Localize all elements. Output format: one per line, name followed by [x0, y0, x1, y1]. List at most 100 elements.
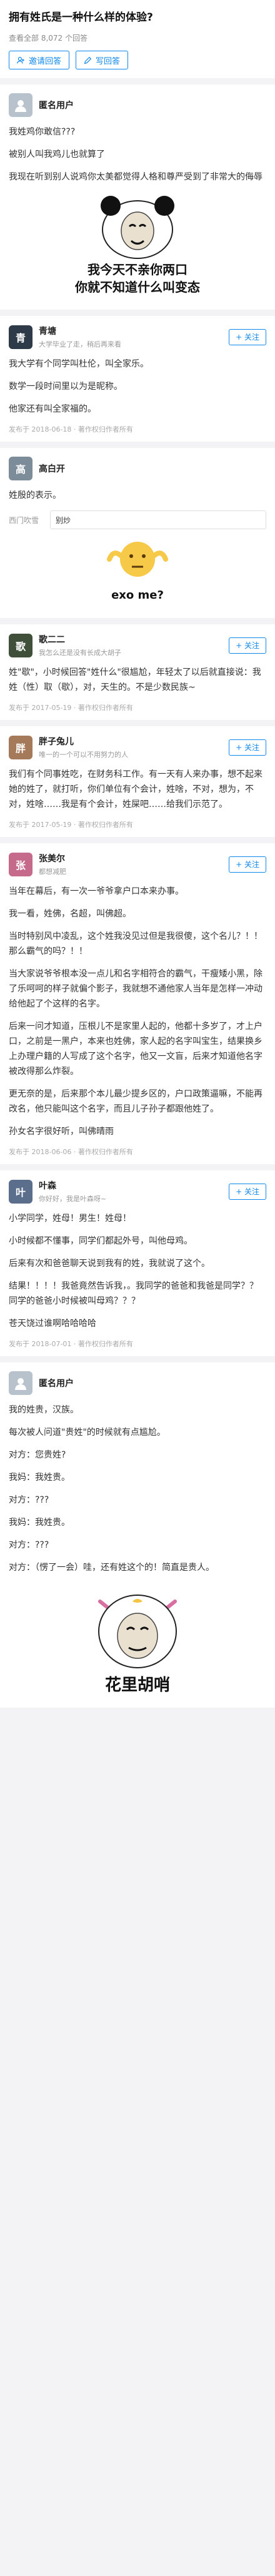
answer-paragraph: 我大学有个同学叫杜伦，叫全家乐。: [9, 359, 149, 369]
answer-paragraph: 后来一问才知道，压根儿不是家里人起的，他都十多岁了，才上户口，之前是一黑户，本来…: [9, 1022, 262, 1077]
author-row: 高 高白开: [9, 457, 266, 480]
answer-card: 张 张美尔 都想减肥 + 关注 当年在幕后，有一次一爷爷拿户口本来办事。 我一看…: [0, 843, 275, 1164]
author-bio: 唯一的一个可以不用努力的人: [39, 751, 128, 759]
question-header: 拥有姓氏是一种什么样的体验? 查看全部 8,072 个回答 邀请回答 写回答: [0, 0, 275, 78]
author-bio: 都想减肥: [39, 868, 66, 876]
avatar[interactable]: 张: [9, 852, 32, 876]
answer-paragraph: 当大家说爷爷根本没一点儿和名字相符合的霸气，干瘦矮小黑，除了乐呵呵的样子就偏个影…: [9, 969, 262, 1009]
author-info: 叶森 你好好，我是叶森呀~: [39, 1179, 222, 1204]
answer-paragraph: 小时候都不懂事，同学们都起外号，叫他母鸡。: [9, 1236, 192, 1246]
author-name[interactable]: 张美尔: [39, 852, 222, 865]
reply-label: 西门吹雪: [9, 515, 39, 525]
answer-paragraph: 每次被人问道"贵姓"的时候就有点尴尬。: [9, 1427, 166, 1438]
author-info: 高白开: [39, 462, 266, 475]
avatar[interactable]: 叶: [9, 1179, 32, 1204]
author-info: 匿名用户: [39, 1377, 266, 1389]
author-bio: 大学毕业了走，稍后再来看: [39, 340, 121, 348]
answer-paragraph: 我的姓贵，汉族。: [9, 1405, 79, 1415]
write-answer-button[interactable]: 写回答: [76, 51, 129, 69]
author-row: 匿名用户: [9, 93, 266, 117]
answer-paragraph: 姓"歇"，小时候回答"姓什么"很尴尬，年轻太了以后就直接说：我姓（性）取（歇），…: [9, 667, 261, 692]
answer-card: 歌 歌二二 我怎么还是没有长成大胡子 + 关注 姓"歇"，小时候回答"姓什么"很…: [0, 624, 275, 720]
author-row: 青 青塘 大学毕业了走，稍后再来看 + 关注: [9, 325, 266, 349]
answer-count[interactable]: 查看全部 8,072 个回答: [9, 33, 266, 43]
answer-body: 我的姓贵，汉族。 每次被人问道"贵姓"的时候就有点尴尬。 对方：您贵姓? 我妈：…: [9, 1402, 266, 1575]
author-name[interactable]: 歌二二: [39, 633, 222, 646]
meme-image: 花里胡哨: [9, 1583, 266, 1694]
author-row: 胖 胖子兔儿 唯一的一个可以不用努力的人 + 关注: [9, 735, 266, 759]
answer-footer: 发布于 2018-06-18 · 著作权归作者所有: [9, 425, 133, 434]
answer-paragraph: 姓殷的表示。: [9, 490, 61, 500]
invite-answer-button[interactable]: 邀请回答: [9, 51, 70, 69]
anonymous-avatar-icon: [15, 100, 26, 112]
answer-paragraph: 结果！！！！我爸竟然告诉我，。我同学的爸爸和我爸是同学？？同学的爸爸小时候被叫母…: [9, 1281, 258, 1306]
question-title: 拥有姓氏是一种什么样的体验?: [9, 11, 153, 24]
meme-image: 我今天不亲你两口 你就不知道什么叫变态: [9, 192, 266, 296]
author-name[interactable]: 胖子兔儿: [39, 735, 222, 748]
question-actions: 邀请回答 写回答: [9, 51, 266, 69]
meme-caption-line: 你就不知道什么叫变态: [75, 280, 200, 295]
author-name[interactable]: 青塘: [39, 325, 222, 337]
follow-button[interactable]: + 关注: [229, 856, 266, 873]
avatar[interactable]: 高: [9, 457, 32, 480]
answer-paragraph: 我们有个同事姓吃，在财务科工作。有一天有人来办事，想不起来她的姓了，就打听，你们…: [9, 769, 262, 809]
answer-paragraph: 当时特别风中凌乱，这个姓我没见过但是我很傻，这个名儿？！！那么霸气的吗？！！: [9, 931, 262, 956]
follow-button[interactable]: + 关注: [229, 328, 266, 345]
follow-button[interactable]: + 关注: [229, 637, 266, 654]
answer-paragraph: 他家还有叫全家福的。: [9, 404, 96, 414]
author-row: 歌 歌二二 我怎么还是没有长成大胡子 + 关注: [9, 633, 266, 657]
answer-paragraph: 对方：???: [9, 1540, 49, 1550]
avatar[interactable]: 胖: [9, 735, 32, 759]
reply-row: 西门吹雪 别炒: [9, 510, 266, 529]
answer-paragraph: 我妈：我姓贵。: [9, 1473, 70, 1483]
author-name[interactable]: 匿名用户: [39, 1377, 266, 1389]
answer-paragraph: 数学一段时间里以为是昵称。: [9, 382, 122, 392]
author-info: 胖子兔儿 唯一的一个可以不用努力的人: [39, 735, 222, 759]
follow-button[interactable]: + 关注: [229, 1183, 266, 1200]
answer-card: 叶 叶森 你好好，我是叶森呀~ + 关注 小学同学，姓母！男生！姓母！ 小时候都…: [0, 1170, 275, 1356]
answer-footer: 发布于 2018-07-01 · 著作权归作者所有: [9, 1340, 133, 1348]
answer-body: 姓"歇"，小时候回答"姓什么"很尴尬，年轻太了以后就直接说：我姓（性）取（歇），…: [9, 665, 266, 695]
answer-paragraph: 当年在幕后，有一次一爷爷拿户口本来办事。: [9, 886, 184, 896]
reply-input[interactable]: 别炒: [50, 510, 266, 529]
author-name[interactable]: 高白开: [39, 462, 266, 475]
author-bio: 我怎么还是没有长成大胡子: [39, 649, 121, 657]
author-row: 叶 叶森 你好好，我是叶森呀~ + 关注: [9, 1179, 266, 1204]
answer-footer: 发布于 2017-05-19 · 著作权归作者所有: [9, 821, 133, 829]
answer-card: 匿名用户 我的姓贵，汉族。 每次被人问道"贵姓"的时候就有点尴尬。 对方：您贵姓…: [0, 1362, 275, 1708]
answer-paragraph: 我妈：我姓贵。: [9, 1518, 70, 1528]
shrug-emoji-icon: [107, 542, 168, 577]
author-info: 青塘 大学毕业了走，稍后再来看: [39, 325, 222, 349]
avatar[interactable]: [9, 1371, 32, 1395]
avatar[interactable]: 歌: [9, 633, 32, 657]
answer-paragraph: 我一看，姓佛，名超，叫佛超。: [9, 909, 131, 919]
invite-answer-label: 邀请回答: [29, 56, 62, 66]
pencil-icon: [84, 56, 92, 64]
avatar[interactable]: [9, 93, 32, 117]
author-info: 歌二二 我怎么还是没有长成大胡子: [39, 633, 222, 657]
follow-button[interactable]: + 关注: [229, 739, 266, 756]
author-name[interactable]: 叶森: [39, 1179, 222, 1192]
author-row: 张 张美尔 都想减肥 + 关注: [9, 852, 266, 876]
answer-paragraph: 更无奈的是，后来那个本儿最少提乡区的，户口政策逼嘛，不能再改名，他只能叫这个名字…: [9, 1089, 262, 1114]
answer-body: 姓殷的表示。: [9, 488, 266, 503]
answer-footer: 发布于 2018-06-06 · 著作权归作者所有: [9, 1148, 133, 1156]
answer-paragraph: 小学同学，姓母！男生！姓母！: [9, 1214, 131, 1224]
answer-card: 青 青塘 大学毕业了走，稍后再来看 + 关注 我大学有个同学叫杜伦，叫全家乐。 …: [0, 316, 275, 442]
screenshot-root: 拥有姓氏是一种什么样的体验? 查看全部 8,072 个回答 邀请回答 写回答 匿…: [0, 0, 275, 2576]
meme-caption-line: exo me?: [111, 589, 164, 602]
answer-paragraph: 我现在听到别人说鸡你太美都觉得人格和尊严受到了非常大的侮辱: [9, 172, 262, 182]
answer-body: 当年在幕后，有一次一爷爷拿户口本来办事。 我一看，姓佛，名超，叫佛超。 当时特别…: [9, 884, 266, 1139]
author-info: 张美尔 都想减肥: [39, 852, 222, 876]
avatar[interactable]: 青: [9, 325, 32, 349]
author-name[interactable]: 匿名用户: [39, 99, 266, 111]
answer-card: 高 高白开 姓殷的表示。 西门吹雪 别炒 exo me?: [0, 448, 275, 618]
meme-image: exo me?: [9, 534, 266, 604]
author-row: 匿名用户: [9, 1371, 266, 1395]
author-bio: 你好好，我是叶森呀~: [39, 1195, 107, 1203]
answer-body: 我姓鸡你敢信??? 被别人叫我鸡儿也就算了 我现在听到别人说鸡你太美都觉得人格和…: [9, 124, 266, 185]
answer-footer: 发布于 2017-05-19 · 著作权归作者所有: [9, 704, 133, 712]
answer-paragraph: 孙女名字很好听，叫佛晴雨: [9, 1127, 114, 1137]
meme-caption-line: 花里胡哨: [104, 1676, 170, 1695]
answer-body: 小学同学，姓母！男生！姓母！ 小时候都不懂事，同学们都起外号，叫他母鸡。 后来有…: [9, 1211, 266, 1331]
